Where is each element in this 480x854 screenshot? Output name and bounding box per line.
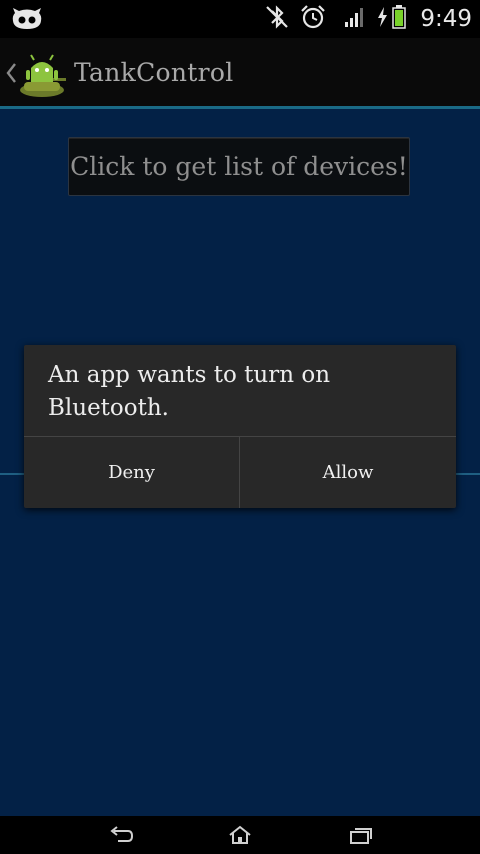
screen: 9:49 TankControl Click to get list of de… — [0, 0, 480, 854]
action-bar: TankControl — [0, 38, 480, 107]
navigation-bar — [0, 816, 480, 854]
recent-apps-icon[interactable] — [348, 825, 374, 849]
get-devices-button[interactable]: Click to get list of devices! — [68, 137, 410, 196]
app-icon[interactable] — [16, 46, 68, 104]
alarm-icon — [300, 4, 326, 34]
status-icons: 9:49 — [264, 0, 472, 38]
back-icon[interactable] — [108, 825, 134, 849]
action-bar-divider — [0, 106, 480, 109]
signal-icon — [344, 6, 366, 32]
bluetooth-permission-dialog: An app wants to turn on Bluetooth. Deny … — [24, 345, 456, 508]
status-bar: 9:49 — [0, 0, 480, 38]
charging-icon — [376, 6, 388, 32]
dialog-message: An app wants to turn on Bluetooth. — [48, 362, 331, 421]
app-title: TankControl — [74, 58, 234, 87]
deny-button[interactable]: Deny — [24, 437, 239, 508]
clock: 9:49 — [420, 6, 472, 32]
bluetooth-off-icon — [264, 4, 290, 34]
home-icon[interactable] — [227, 825, 253, 849]
allow-button[interactable]: Allow — [240, 437, 456, 508]
cyanogenmod-icon — [12, 7, 42, 35]
battery-icon — [392, 5, 407, 33]
